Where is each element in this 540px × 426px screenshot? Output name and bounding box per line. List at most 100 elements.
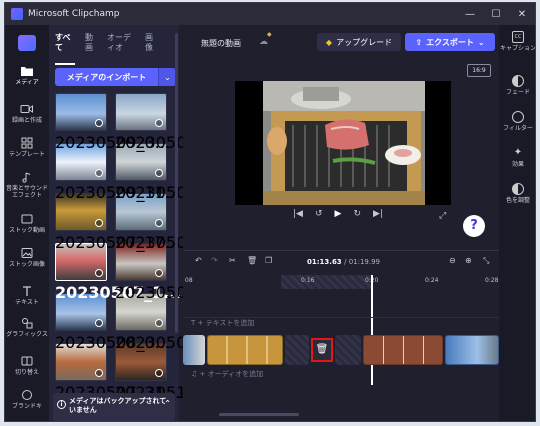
nav-item-brand-kit[interactable]: ブランドキ (5, 389, 49, 410)
timeline-gap[interactable] (285, 335, 309, 365)
upload-icon: ⇧ (415, 37, 423, 47)
template-icon (21, 137, 33, 149)
backup-notice: i メディアはバックアップされていません ⌃ (53, 393, 175, 421)
ruler-tick: 0:16 (301, 277, 315, 284)
nav-item-templates[interactable]: テンプレート (5, 137, 49, 158)
nav-item-record[interactable]: 録画と作成 (5, 103, 49, 124)
help-button[interactable]: ? (463, 215, 485, 237)
project-title[interactable]: 無題の動画 (201, 38, 241, 49)
select-checkbox[interactable] (155, 319, 163, 327)
effects-tool[interactable]: ✦ 効果 (499, 147, 535, 168)
export-button[interactable]: ⇧ エクスポート ⌄ (405, 33, 495, 51)
timeline-clip[interactable] (183, 335, 205, 365)
maximize-icon[interactable]: ☐ (483, 3, 509, 25)
ruler-tick: 08 (185, 277, 193, 284)
select-checkbox[interactable] (155, 119, 163, 127)
audio-track[interactable]: ♫ + オーディオを追加 (183, 369, 499, 383)
skip-to-start-icon[interactable]: |◀ (293, 209, 303, 219)
fullscreen-icon[interactable]: ⤢ (439, 211, 446, 221)
delete-gap-button[interactable]: 🗑 (311, 338, 333, 362)
preview-frame (263, 81, 425, 205)
chevron-down-icon: ⌄ (477, 37, 485, 47)
premium-diamond-icon: ◆ (267, 31, 272, 38)
select-checkbox[interactable] (95, 369, 103, 377)
redo-icon[interactable]: ↷ (211, 256, 218, 265)
window-title: Microsoft Clipchamp (28, 9, 120, 19)
nav-item-stock-video[interactable]: ストック動画 (5, 213, 49, 234)
info-icon: i (57, 400, 66, 409)
delete-icon[interactable]: 🗑 (247, 256, 257, 265)
collapse-icon[interactable]: ⌃ (164, 399, 171, 408)
timeline-gap[interactable] (335, 335, 361, 365)
media-thumbnail[interactable] (115, 93, 167, 131)
media-thumbnail[interactable] (55, 93, 107, 131)
timecode: 01:13.63 / 01:19.99 (307, 258, 381, 266)
import-dropdown-button[interactable]: ⌄ (158, 68, 176, 86)
select-checkbox[interactable] (155, 219, 163, 227)
editor-area: 無題の動画 ☁ ◆ ◆ アップグレード ⇧ エクスポート ⌄ 16:9 |◀ ↺… (183, 25, 499, 421)
close-icon[interactable]: ✕ (509, 3, 535, 25)
import-media-button[interactable]: メディアのインポート (55, 68, 158, 86)
select-checkbox[interactable] (95, 119, 103, 127)
undo-icon[interactable]: ↶ (195, 256, 202, 265)
fit-timeline-icon[interactable]: ⤡ (483, 256, 489, 266)
clipchamp-logo-icon (11, 8, 23, 20)
select-checkbox[interactable] (155, 269, 163, 277)
nav-item-graphics[interactable]: グラフィックス (5, 317, 49, 338)
select-checkbox[interactable] (95, 269, 103, 277)
properties-panel: CC キャプション フェード フィルター ✦ 効果 色を調整 (499, 25, 535, 421)
nav-item-music[interactable]: 音楽とサウンドエフェクト (5, 171, 49, 199)
nav-item-stock-image[interactable]: ストック画像 (5, 247, 49, 268)
video-preview (235, 81, 451, 205)
left-navigation: メディア 録画と作成 テンプレート 音楽とサウンドエフェクト ストック動画 スト… (5, 25, 49, 421)
cloud-off-icon: ☁ (259, 37, 268, 47)
timeline-clip[interactable] (445, 335, 499, 365)
nav-item-text[interactable]: テキスト (5, 285, 49, 306)
app-window: Microsoft Clipchamp — ☐ ✕ メディア 録画と作成 テンプ… (4, 2, 536, 422)
aspect-ratio-button[interactable]: 16:9 (467, 64, 491, 77)
split-scissors-icon[interactable]: ✂ (229, 256, 236, 265)
brand-logo-icon (18, 35, 36, 51)
timeline-clip[interactable] (207, 335, 283, 365)
color-adjust-tool[interactable]: 色を調整 (499, 183, 535, 204)
import-media-button-group: メディアのインポート ⌄ (55, 68, 176, 86)
text-track[interactable]: T + テキストを追加 (183, 317, 499, 331)
color-adjust-icon (512, 183, 524, 195)
grill-photo (263, 81, 425, 205)
timeline-scrollbar[interactable] (219, 413, 299, 416)
upgrade-button[interactable]: ◆ アップグレード (317, 33, 401, 51)
fade-tool[interactable]: フェード (499, 75, 535, 96)
captions-tool[interactable]: CC キャプション (499, 31, 535, 52)
media-panel: すべて 動画 オーディオ 画像 メディアのインポート ⌄ 20230509_0.… (49, 25, 240, 421)
select-checkbox[interactable] (95, 169, 103, 177)
zoom-in-icon[interactable]: ⊕ (465, 256, 472, 265)
timeline-clip[interactable] (363, 335, 443, 365)
rewind-5s-icon[interactable]: ↺ (315, 209, 323, 219)
play-icon[interactable]: ▶ (335, 209, 342, 219)
ruler-tick: 0:24 (425, 277, 439, 284)
filter-tool[interactable]: フィルター (499, 111, 535, 132)
video-track: 🗑 (183, 333, 499, 369)
music-icon (22, 172, 31, 183)
skip-to-end-icon[interactable]: ▶| (373, 209, 383, 219)
fade-icon (512, 75, 524, 87)
timeline-ruler: 08 0:16 0:20 0:24 0:28 (183, 275, 499, 289)
tab-audio[interactable]: オーディオ (107, 33, 137, 69)
duplicate-icon[interactable]: ❐ (265, 256, 272, 265)
captions-icon: CC (512, 31, 524, 43)
title-bar: Microsoft Clipchamp — ☐ ✕ (5, 3, 535, 25)
nav-item-media[interactable]: メディア (5, 65, 49, 86)
tab-video[interactable]: 動画 (85, 33, 99, 69)
image-icon (21, 248, 33, 258)
forward-5s-icon[interactable]: ↻ (353, 209, 361, 219)
tab-image[interactable]: 画像 (145, 33, 159, 69)
select-checkbox[interactable] (155, 369, 163, 377)
select-checkbox[interactable] (95, 319, 103, 327)
select-checkbox[interactable] (95, 219, 103, 227)
select-checkbox[interactable] (155, 169, 163, 177)
zoom-out-icon[interactable]: ⊖ (449, 256, 456, 265)
media-scrollbar[interactable] (175, 33, 178, 333)
nav-item-transitions[interactable]: 切り替え (5, 355, 49, 376)
minimize-icon[interactable]: — (457, 3, 483, 25)
brand-icon (22, 390, 32, 400)
